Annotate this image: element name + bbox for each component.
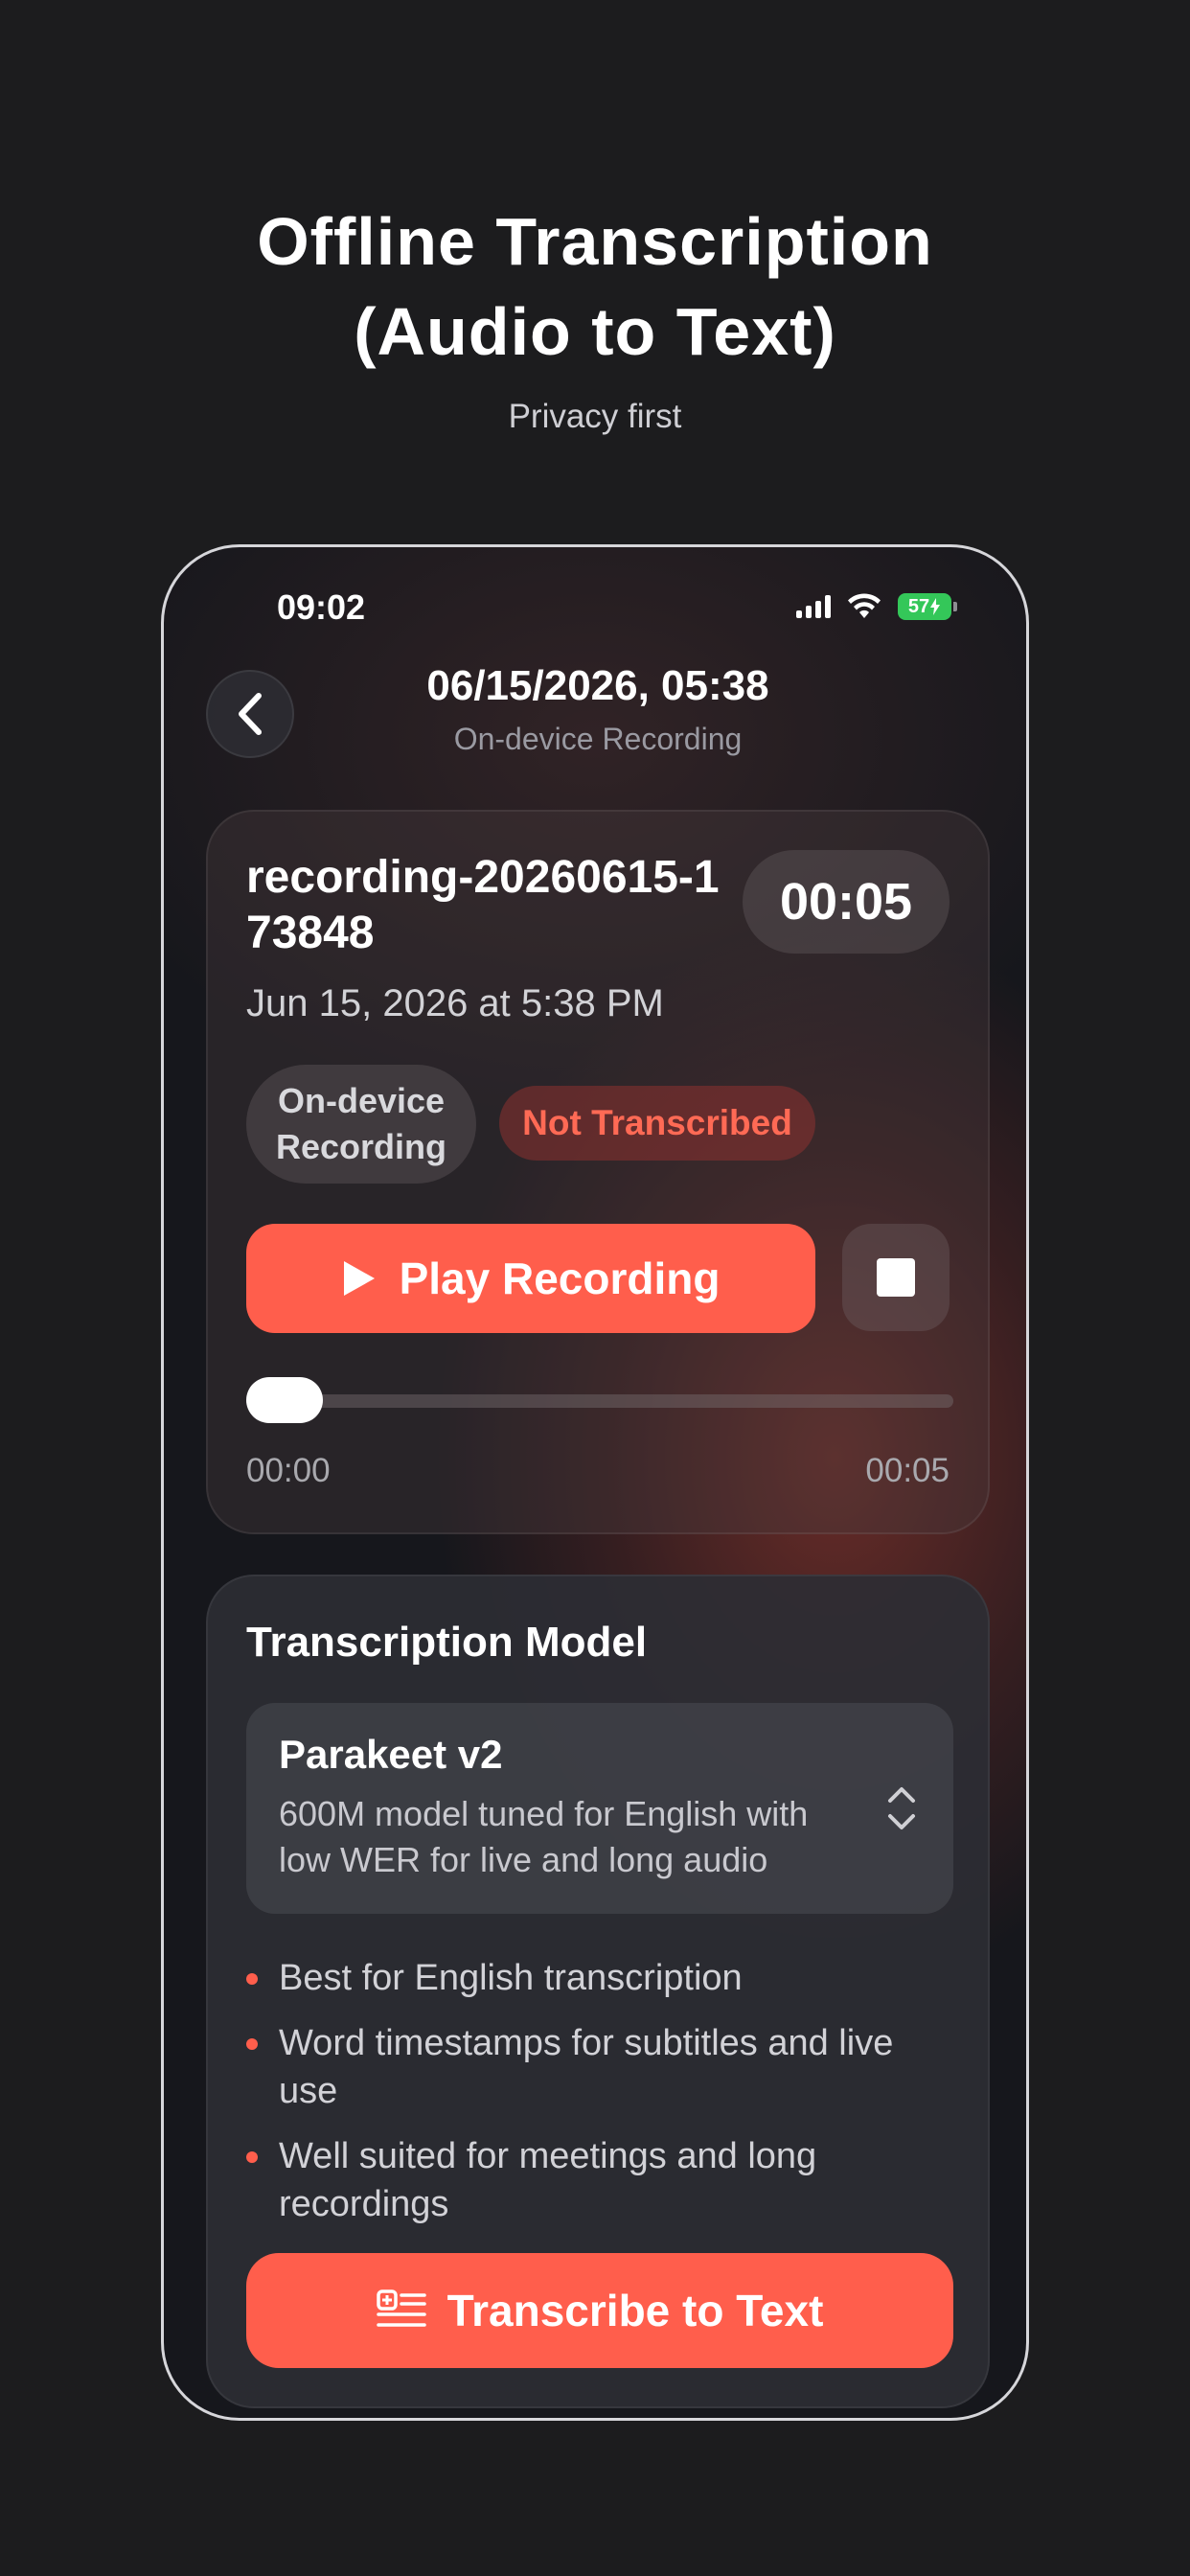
- recording-name: recording-20260615-173848: [246, 852, 720, 958]
- feature-item: Well suited for meetings and long record…: [246, 2132, 953, 2228]
- play-icon: [343, 1261, 375, 1296]
- playback-progress-track[interactable]: [246, 1394, 953, 1408]
- transcription-model-card: Transcription Model Parakeet v2 600M mod…: [206, 1575, 990, 2408]
- feature-item: Best for English transcription: [246, 1954, 953, 2002]
- model-section-heading: Transcription Model: [246, 1619, 648, 1666]
- feature-text: Best for English transcription: [279, 1958, 743, 1998]
- feature-item: Word timestamps for subtitles and live u…: [246, 2019, 953, 2115]
- promo-title: Offline Transcription (Audio to Text): [0, 196, 1190, 377]
- battery-level: 57: [907, 595, 930, 617]
- feature-text: Word timestamps for subtitles and live u…: [279, 2023, 894, 2111]
- header-title: 06/15/2026, 05:38: [426, 662, 769, 709]
- promo-title-line1: Offline Transcription: [257, 204, 933, 279]
- elapsed-time: 00:00: [246, 1452, 331, 1489]
- recording-duration: 00:05: [743, 850, 950, 954]
- battery-charging-icon: 57: [898, 593, 957, 620]
- cellular-signal-icon: [796, 595, 831, 618]
- transcribe-label: Transcribe to Text: [446, 2286, 824, 2335]
- feature-text: Well suited for meetings and long record…: [279, 2136, 817, 2224]
- model-description: 600M model tuned for English with low WE…: [279, 1794, 809, 1879]
- model-feature-list: Best for English transcription Word time…: [246, 1954, 953, 2245]
- stop-icon: [877, 1258, 915, 1297]
- play-recording-button[interactable]: Play Recording: [246, 1224, 815, 1333]
- bullet-icon: [246, 2038, 258, 2050]
- transcribe-icon: [376, 2289, 426, 2327]
- source-badge: On-device Recording: [246, 1065, 476, 1184]
- promo-subtitle: Privacy first: [508, 398, 682, 435]
- promo-title-line2: (Audio to Text): [354, 294, 836, 369]
- bullet-icon: [246, 1973, 258, 1985]
- play-recording-label: Play Recording: [399, 1254, 721, 1303]
- total-time: 00:05: [865, 1452, 950, 1489]
- wifi-icon: [848, 593, 881, 618]
- stop-button[interactable]: [842, 1224, 950, 1331]
- header-subtitle: On-device Recording: [453, 722, 743, 756]
- status-time: 09:02: [277, 587, 366, 627]
- status-icons: 57: [796, 593, 957, 620]
- chevron-up-down-icon: [888, 1787, 915, 1829]
- recording-date: Jun 15, 2026 at 5:38 PM: [246, 982, 664, 1024]
- status-badge: Not Transcribed: [499, 1086, 815, 1161]
- transcribe-button[interactable]: Transcribe to Text: [246, 2253, 953, 2368]
- bullet-icon: [246, 2151, 258, 2163]
- phone-frame: 09:02 57 06/15/2026, 05:38 On-device Rec…: [161, 544, 1029, 2421]
- model-name: Parakeet v2: [279, 1732, 503, 1777]
- playback-scrubber-handle[interactable]: [246, 1377, 323, 1423]
- model-selector[interactable]: Parakeet v2 600M model tuned for English…: [246, 1703, 953, 1914]
- recording-card: recording-20260615-173848 00:05 Jun 15, …: [206, 810, 990, 1534]
